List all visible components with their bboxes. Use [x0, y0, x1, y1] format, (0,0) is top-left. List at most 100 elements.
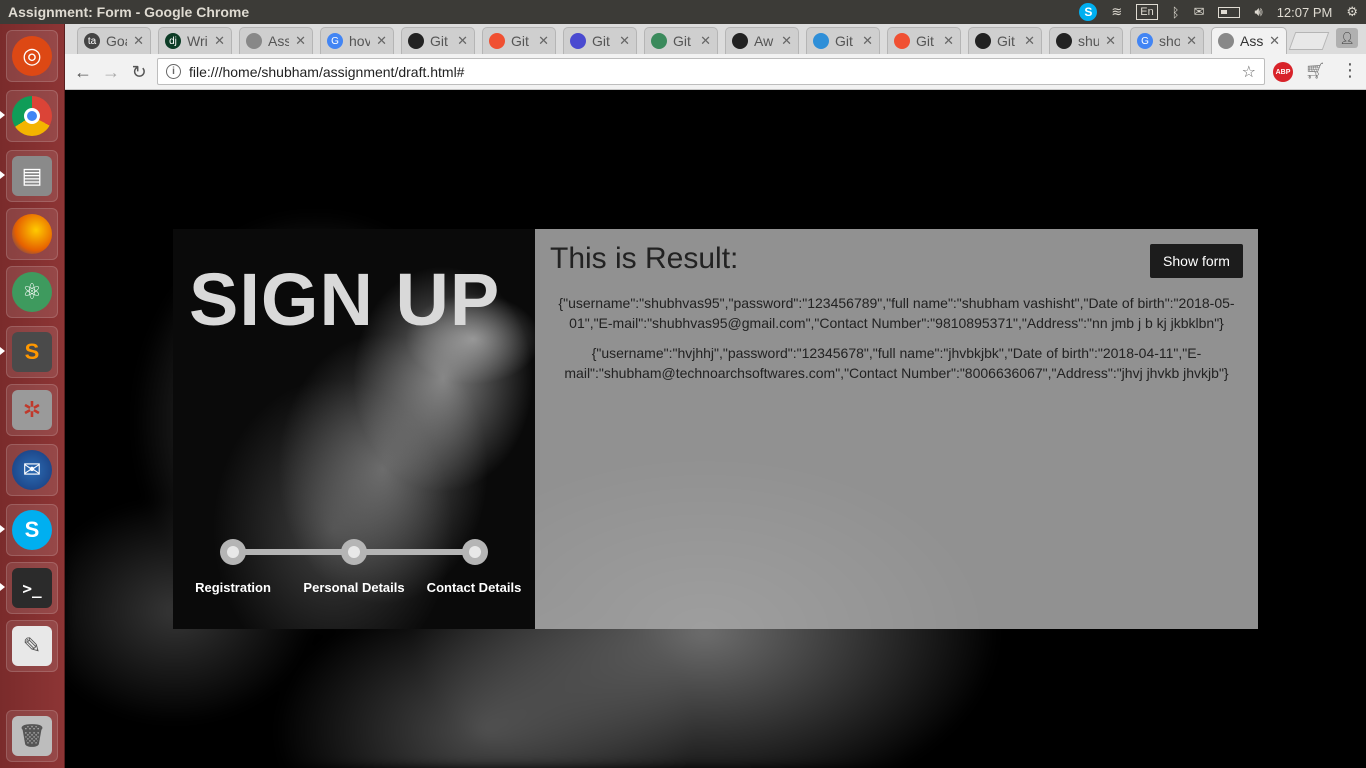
- atom-icon: ⚛: [12, 272, 52, 312]
- trash-launcher[interactable]: 🗑︎: [6, 710, 58, 762]
- tab-close-icon[interactable]: ✕: [1269, 33, 1280, 49]
- tab-10[interactable]: Git ✕: [806, 27, 880, 54]
- tab-close-icon[interactable]: ✕: [133, 33, 144, 49]
- tab-5[interactable]: Git ✕: [401, 27, 475, 54]
- tab-2[interactable]: dj Wri ✕: [158, 27, 232, 54]
- info-icon[interactable]: i: [166, 64, 181, 79]
- tab-title: hov: [349, 33, 371, 49]
- tab-title: Git: [835, 33, 853, 49]
- tab-favicon-icon: ta: [84, 33, 100, 49]
- ubuntu-logo-icon: ◎: [12, 36, 52, 76]
- tab-close-icon[interactable]: ✕: [538, 33, 549, 49]
- bookmark-star-icon[interactable]: ☆: [1242, 62, 1256, 82]
- tab-favicon-icon: [489, 33, 505, 49]
- thunderbird-launcher[interactable]: ✉: [6, 444, 58, 496]
- step-dot-inner: [227, 546, 239, 558]
- show-form-button[interactable]: Show form: [1150, 244, 1243, 278]
- forward-arrow-icon[interactable]: →: [99, 60, 123, 84]
- tab-1[interactable]: ta Goa ✕: [77, 27, 151, 54]
- step-label-contact-details: Contact Details: [426, 580, 522, 595]
- tab-strip: ta Goa ✕ dj Wri ✕ Ass ✕ Ghov ✕ Git ✕ Git ✕ Git ✕ Git ✕ Aw ✕…: [65, 24, 1366, 54]
- mail-icon[interactable]: ✉: [1194, 4, 1205, 20]
- firefox-icon: [12, 214, 52, 254]
- atom-launcher[interactable]: ⚛: [6, 266, 58, 318]
- ubuntu-dash-button[interactable]: ◎: [6, 30, 58, 82]
- tab-4[interactable]: Ghov ✕: [320, 27, 394, 54]
- step-dot-contact-details[interactable]: [462, 539, 488, 565]
- tab-12[interactable]: Git ✕: [968, 27, 1042, 54]
- tab-close-icon[interactable]: ✕: [457, 33, 468, 49]
- tab-close-icon[interactable]: ✕: [862, 33, 873, 49]
- address-bar[interactable]: i file:///home/shubham/assignment/draft.…: [157, 58, 1265, 85]
- tab-favicon-icon: [813, 33, 829, 49]
- tab-15[interactable]: Ass ✕: [1211, 27, 1287, 54]
- reload-icon[interactable]: ↻: [127, 60, 151, 84]
- tab-favicon-icon: [894, 33, 910, 49]
- tab-close-icon[interactable]: ✕: [1024, 33, 1035, 49]
- sublime-launcher[interactable]: S: [6, 326, 58, 378]
- volume-icon[interactable]: 🔊︎: [1254, 4, 1262, 20]
- running-indicator: [0, 347, 5, 355]
- tab-14[interactable]: Gsho ✕: [1130, 27, 1204, 54]
- tab-close-icon[interactable]: ✕: [781, 33, 792, 49]
- browser-toolbar: ← → ↻ i file:///home/shubham/assignment/…: [65, 54, 1366, 90]
- firefox-launcher[interactable]: [6, 208, 58, 260]
- terminal-icon: >_: [12, 568, 52, 608]
- wifi-icon[interactable]: ≋: [1111, 4, 1122, 20]
- top-panel: Assignment: Form - Google Chrome S ≋ En …: [0, 0, 1366, 24]
- tab-close-icon[interactable]: ✕: [1105, 33, 1116, 49]
- step-dot-registration[interactable]: [220, 539, 246, 565]
- tab-title: shu: [1078, 33, 1100, 49]
- settings-launcher[interactable]: ✲: [6, 384, 58, 436]
- tab-close-icon[interactable]: ✕: [700, 33, 711, 49]
- tab-title: Git: [511, 33, 529, 49]
- terminal-launcher[interactable]: >_: [6, 562, 58, 614]
- tab-favicon-icon: [408, 33, 424, 49]
- tab-favicon-icon: [975, 33, 991, 49]
- step-dot-personal-details[interactable]: [341, 539, 367, 565]
- tab-title: Git: [592, 33, 610, 49]
- battery-icon[interactable]: [1218, 6, 1241, 18]
- tab-favicon-icon: G: [1137, 33, 1153, 49]
- tab-title: Git: [997, 33, 1015, 49]
- menu-icon[interactable]: ⋮: [1341, 60, 1359, 81]
- back-arrow-icon[interactable]: ←: [71, 60, 95, 84]
- tab-11[interactable]: Git ✕: [887, 27, 961, 54]
- chrome-icon: [12, 96, 52, 136]
- tab-title: Git: [916, 33, 934, 49]
- skype-tray-icon[interactable]: S: [1079, 3, 1098, 21]
- tab-13[interactable]: shu ✕: [1049, 27, 1123, 54]
- adblock-plus-icon[interactable]: ABP: [1273, 62, 1293, 82]
- tab-favicon-icon: [1056, 33, 1072, 49]
- tab-6[interactable]: Git ✕: [482, 27, 556, 54]
- clock[interactable]: 12:07 PM: [1277, 5, 1333, 20]
- files-launcher[interactable]: ▤: [6, 150, 58, 202]
- text-editor-icon: ✎: [12, 626, 52, 666]
- cart-extension-icon[interactable]: 🛒︎: [1305, 61, 1325, 81]
- power-icon[interactable]: ⚙: [1346, 4, 1358, 20]
- bluetooth-icon[interactable]: ᛒ: [1172, 5, 1180, 20]
- tab-9[interactable]: Aw ✕: [725, 27, 799, 54]
- skype-launcher[interactable]: S: [6, 504, 58, 556]
- tab-close-icon[interactable]: ✕: [376, 33, 387, 49]
- keyboard-layout-indicator[interactable]: En: [1136, 4, 1158, 20]
- step-label-registration: Registration: [195, 580, 271, 595]
- tab-title: Aw: [754, 33, 774, 49]
- chrome-launcher[interactable]: [6, 90, 58, 142]
- new-tab-button[interactable]: [1288, 32, 1330, 50]
- trash-icon: 🗑︎: [12, 716, 52, 756]
- url-text[interactable]: file:///home/shubham/assignment/draft.ht…: [189, 64, 1242, 80]
- tab-close-icon[interactable]: ✕: [943, 33, 954, 49]
- tab-close-icon[interactable]: ✕: [295, 33, 306, 49]
- profile-icon[interactable]: 👤︎: [1336, 28, 1358, 48]
- tab-favicon-icon: dj: [165, 33, 181, 49]
- tab-title: Git: [430, 33, 448, 49]
- tab-close-icon[interactable]: ✕: [214, 33, 225, 49]
- tab-close-icon[interactable]: ✕: [1186, 33, 1197, 49]
- tab-8[interactable]: Git ✕: [644, 27, 718, 54]
- tab-favicon-icon: [732, 33, 748, 49]
- tab-close-icon[interactable]: ✕: [619, 33, 630, 49]
- tab-3[interactable]: Ass ✕: [239, 27, 313, 54]
- tab-7[interactable]: Git ✕: [563, 27, 637, 54]
- text-editor-launcher[interactable]: ✎: [6, 620, 58, 672]
